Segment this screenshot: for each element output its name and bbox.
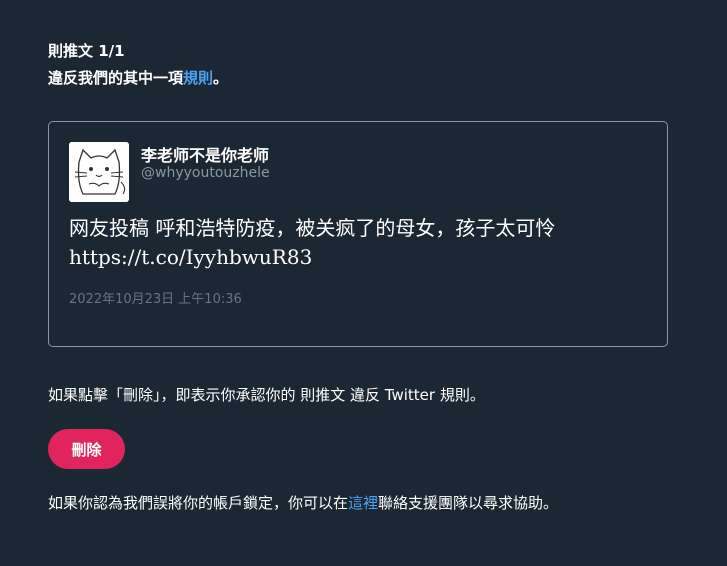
delete-notice: 如果點擊「刪除」，即表示你承認你的 則推文 違反 Twitter 規則。 [48, 386, 485, 404]
cat-doodle-avatar-icon [69, 142, 129, 202]
violation-suffix: 。 [213, 69, 229, 87]
tweet-author-handle[interactable]: @whyyoutouzhele [141, 165, 270, 181]
appeal-prefix: 如果你認為我們誤將你的帳戶鎖定，你可以在 [48, 494, 349, 512]
tweet-timestamp: 2022年10月23日 上午10:36 [69, 292, 242, 307]
violation-prefix: 違反我們的其中一項 [48, 69, 184, 87]
violation-header: 則推文 1/1 違反我們的其中一項規則。 [48, 38, 228, 92]
tweet-author-name[interactable]: 李老师不是你老师 [141, 142, 269, 166]
tweet-card: 李老师不是你老师 @whyyoutouzhele 网友投稿 呼和浩特防疫，被关疯… [48, 121, 668, 347]
tweet-count-title: 則推文 1/1 [48, 42, 125, 60]
appeal-suffix: 聯絡支援團隊以尋求協助。 [378, 494, 559, 512]
tweet-text-line: 网友投稿 呼和浩特防疫，被关疯了的母女，孩子太可怜 [69, 216, 556, 240]
violation-message: 違反我們的其中一項規則。 [48, 65, 228, 92]
tweet-text: 网友投稿 呼和浩特防疫，被关疯了的母女，孩子太可怜 https://t.co/I… [69, 214, 649, 272]
support-link[interactable]: 這裡 [348, 494, 378, 512]
delete-button[interactable]: 刪除 [48, 429, 125, 469]
rules-link[interactable]: 規則 [183, 69, 213, 87]
appeal-message: 如果你認為我們誤將你的帳戶鎖定，你可以在這裡聯絡支援團隊以尋求協助。 [48, 492, 558, 513]
tweet-link[interactable]: https://t.co/IyyhbwuR83 [69, 243, 649, 272]
